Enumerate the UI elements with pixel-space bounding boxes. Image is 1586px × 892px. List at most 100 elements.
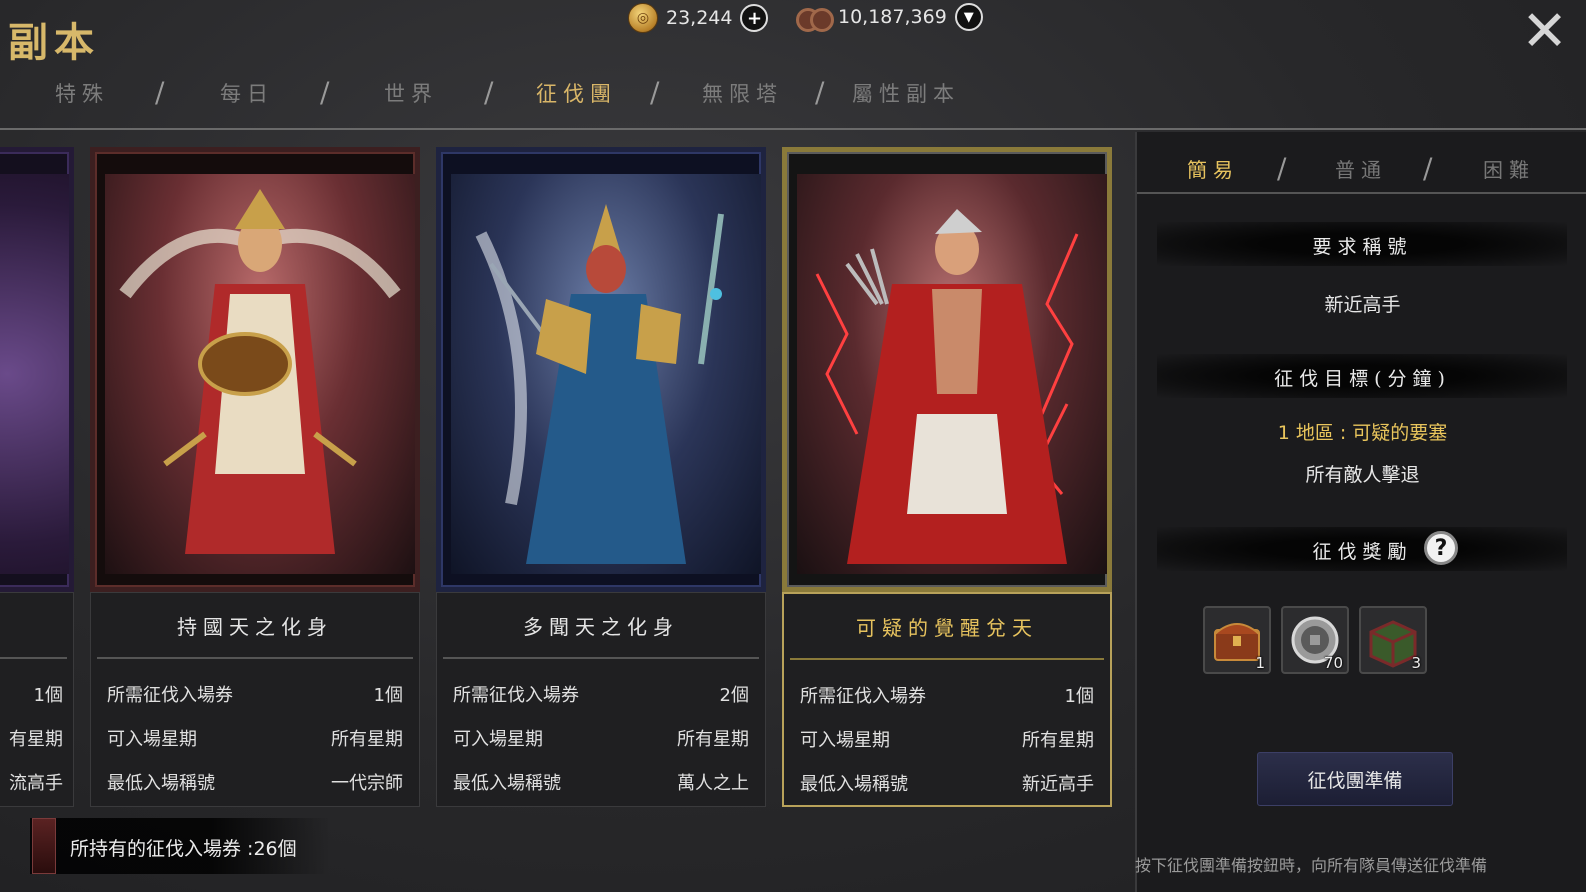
- ticket-label: 所需征伐入場券: [800, 686, 926, 707]
- day-value: 有星期: [9, 729, 63, 750]
- ticket-label: 所需征伐入場券: [107, 685, 233, 706]
- tab-daily[interactable]: 每日: [220, 78, 274, 108]
- reward-item[interactable]: 3: [1359, 606, 1427, 674]
- category-tabs: 特殊 / 每日 / 世界 / 征伐團 / 無限塔 / 屬性副本: [0, 70, 1586, 120]
- card-info: 持國天之化身 所需征伐入場券 1個 可入場星期 所有星期 最低入場稱號 一代宗師: [90, 592, 420, 807]
- difficulty-tab-normal[interactable]: 普通: [1335, 154, 1387, 183]
- reward-item[interactable]: 70: [1281, 606, 1349, 674]
- tab-attribute-dungeon[interactable]: 屬性副本: [852, 78, 960, 108]
- objective-heading: 征伐目標(分鐘): [1274, 368, 1451, 390]
- ticket-value: 1個: [373, 685, 403, 706]
- card-divider: [443, 657, 759, 659]
- ticket-value: 1個: [1064, 686, 1094, 707]
- gold-coin-icon: ◎: [628, 3, 658, 33]
- card-divider: [790, 658, 1104, 660]
- conquest-ready-button[interactable]: 征伐團準備: [1257, 752, 1453, 806]
- ticket-row: 1個: [0, 681, 63, 707]
- card-frame: [0, 147, 74, 592]
- card-info: 多聞天之化身 所需征伐入場券 2個 可入場星期 所有星期 最低入場稱號 萬人之上: [436, 592, 766, 807]
- card-divider: [97, 657, 413, 659]
- card-info: 可疑的覺醒兌天 所需征伐入場券 1個 可入場星期 所有星期 最低入場稱號 新近高手: [782, 592, 1112, 807]
- boss-portrait: [451, 174, 761, 574]
- day-row: 可入場星期 所有星期: [800, 726, 1094, 752]
- difficulty-tab-easy[interactable]: 簡易: [1187, 154, 1239, 183]
- ticket-icon: [32, 818, 56, 874]
- day-label: 可入場星期: [107, 729, 197, 750]
- close-icon[interactable]: ✕: [1521, 4, 1568, 60]
- day-label: 可入場星期: [800, 730, 890, 751]
- title-value: 流高手: [9, 773, 63, 794]
- boss-portrait: [797, 174, 1107, 574]
- ticket-row: 所需征伐入場券 1個: [107, 681, 403, 707]
- card-divider: [0, 657, 67, 659]
- gold-currency: ◎ 23,244 +: [628, 3, 769, 33]
- title-value: 一代宗師: [331, 773, 403, 794]
- tab-special[interactable]: 特殊: [55, 78, 109, 108]
- ticket-value: 1個: [33, 685, 63, 706]
- boss-portrait: [0, 174, 69, 574]
- difficulty-divider: [1137, 192, 1586, 194]
- tab-separator: /: [484, 76, 494, 109]
- reward-heading: 征伐獎勵: [1312, 541, 1413, 563]
- copper-coin-icon: [796, 6, 834, 32]
- tab-conquest[interactable]: 征伐團: [536, 78, 617, 108]
- objective-region: 1 地區 : 可疑的要塞: [1277, 422, 1448, 444]
- day-row: 可入場星期 所有星期: [453, 725, 749, 751]
- ticket-label: 所需征伐入場券: [453, 685, 579, 706]
- ticket-count-text: 所持有的征伐入場券 :26個: [70, 838, 297, 860]
- card-frame: [782, 147, 1112, 592]
- title-value: 新近高手: [1022, 774, 1094, 795]
- tabs-divider: [0, 128, 1586, 130]
- reward-item[interactable]: 1: [1203, 606, 1271, 674]
- title-label: 最低入場稱號: [107, 773, 215, 794]
- title-row: 最低入場稱號 一代宗師: [107, 769, 403, 795]
- day-row: 可入場星期 所有星期: [107, 725, 403, 751]
- title-label: 最低入場稱號: [800, 774, 908, 795]
- copper-currency: 10,187,369 ▼: [796, 3, 983, 32]
- title-label: 最低入場稱號: [453, 773, 561, 794]
- required-title-heading: 要求稱號: [1312, 236, 1413, 258]
- card-title: 多聞天之化身: [523, 615, 679, 639]
- tab-infinite-tower[interactable]: 無限塔: [702, 78, 783, 108]
- title-row: 最低入場稱號 萬人之上: [453, 769, 749, 795]
- reward-quantity: 70: [1323, 654, 1343, 672]
- day-row: 有星期: [0, 725, 63, 751]
- tab-separator: /: [155, 76, 165, 109]
- card-frame: [436, 147, 766, 592]
- ticket-value: 2個: [719, 685, 749, 706]
- title-row: 流高手: [0, 769, 63, 795]
- difficulty-tab-hard[interactable]: 困難: [1483, 154, 1535, 183]
- card-info: 1個 有星期 流高手: [0, 592, 74, 807]
- chevron-down-icon: ▼: [963, 9, 974, 25]
- dungeon-card-partial[interactable]: 1個 有星期 流高手: [0, 147, 74, 807]
- difficulty-separator: /: [1277, 152, 1287, 185]
- objective-task: 所有敵人擊退: [1305, 464, 1420, 486]
- title-value: 萬人之上: [677, 773, 749, 794]
- copper-dropdown-button[interactable]: ▼: [954, 3, 983, 31]
- boss-figure: [475, 204, 724, 564]
- dungeon-card-suspicious-awakened[interactable]: 可疑的覺醒兌天 所需征伐入場券 1個 可入場星期 所有星期 最低入場稱號 新近高手: [782, 147, 1112, 807]
- dungeon-card-duowentian[interactable]: 多聞天之化身 所需征伐入場券 2個 可入場星期 所有星期 最低入場稱號 萬人之上: [436, 147, 766, 807]
- page-title: 副本: [8, 19, 100, 66]
- ticket-row: 所需征伐入場券 1個: [800, 682, 1094, 708]
- tab-separator: /: [815, 76, 825, 109]
- day-label: 可入場星期: [453, 729, 543, 750]
- boss-figure: [815, 209, 1079, 564]
- ready-hint-text: 按下征伐團準備按鈕時，向所有隊員傳送征伐準備: [1135, 856, 1488, 875]
- tab-separator: /: [320, 76, 330, 109]
- card-title: 持國天之化身: [177, 615, 333, 639]
- reward-quantity: 3: [1411, 654, 1421, 672]
- ticket-count-bar: 所持有的征伐入場券 :26個: [30, 818, 330, 874]
- day-value: 所有星期: [677, 729, 749, 750]
- help-icon[interactable]: ?: [1424, 531, 1458, 565]
- plus-icon: +: [746, 7, 763, 29]
- required-title-value: 新近高手: [1324, 294, 1401, 316]
- add-gold-button[interactable]: +: [740, 4, 769, 32]
- card-frame: [90, 147, 420, 592]
- dungeon-card-chiguotian[interactable]: 持國天之化身 所需征伐入場券 1個 可入場星期 所有星期 最低入場稱號 一代宗師: [90, 147, 420, 807]
- tab-separator: /: [650, 76, 660, 109]
- gold-amount: 23,244: [666, 7, 733, 29]
- tab-world[interactable]: 世界: [384, 78, 438, 108]
- boss-figure: [119, 189, 401, 554]
- copper-amount: 10,187,369: [838, 6, 947, 28]
